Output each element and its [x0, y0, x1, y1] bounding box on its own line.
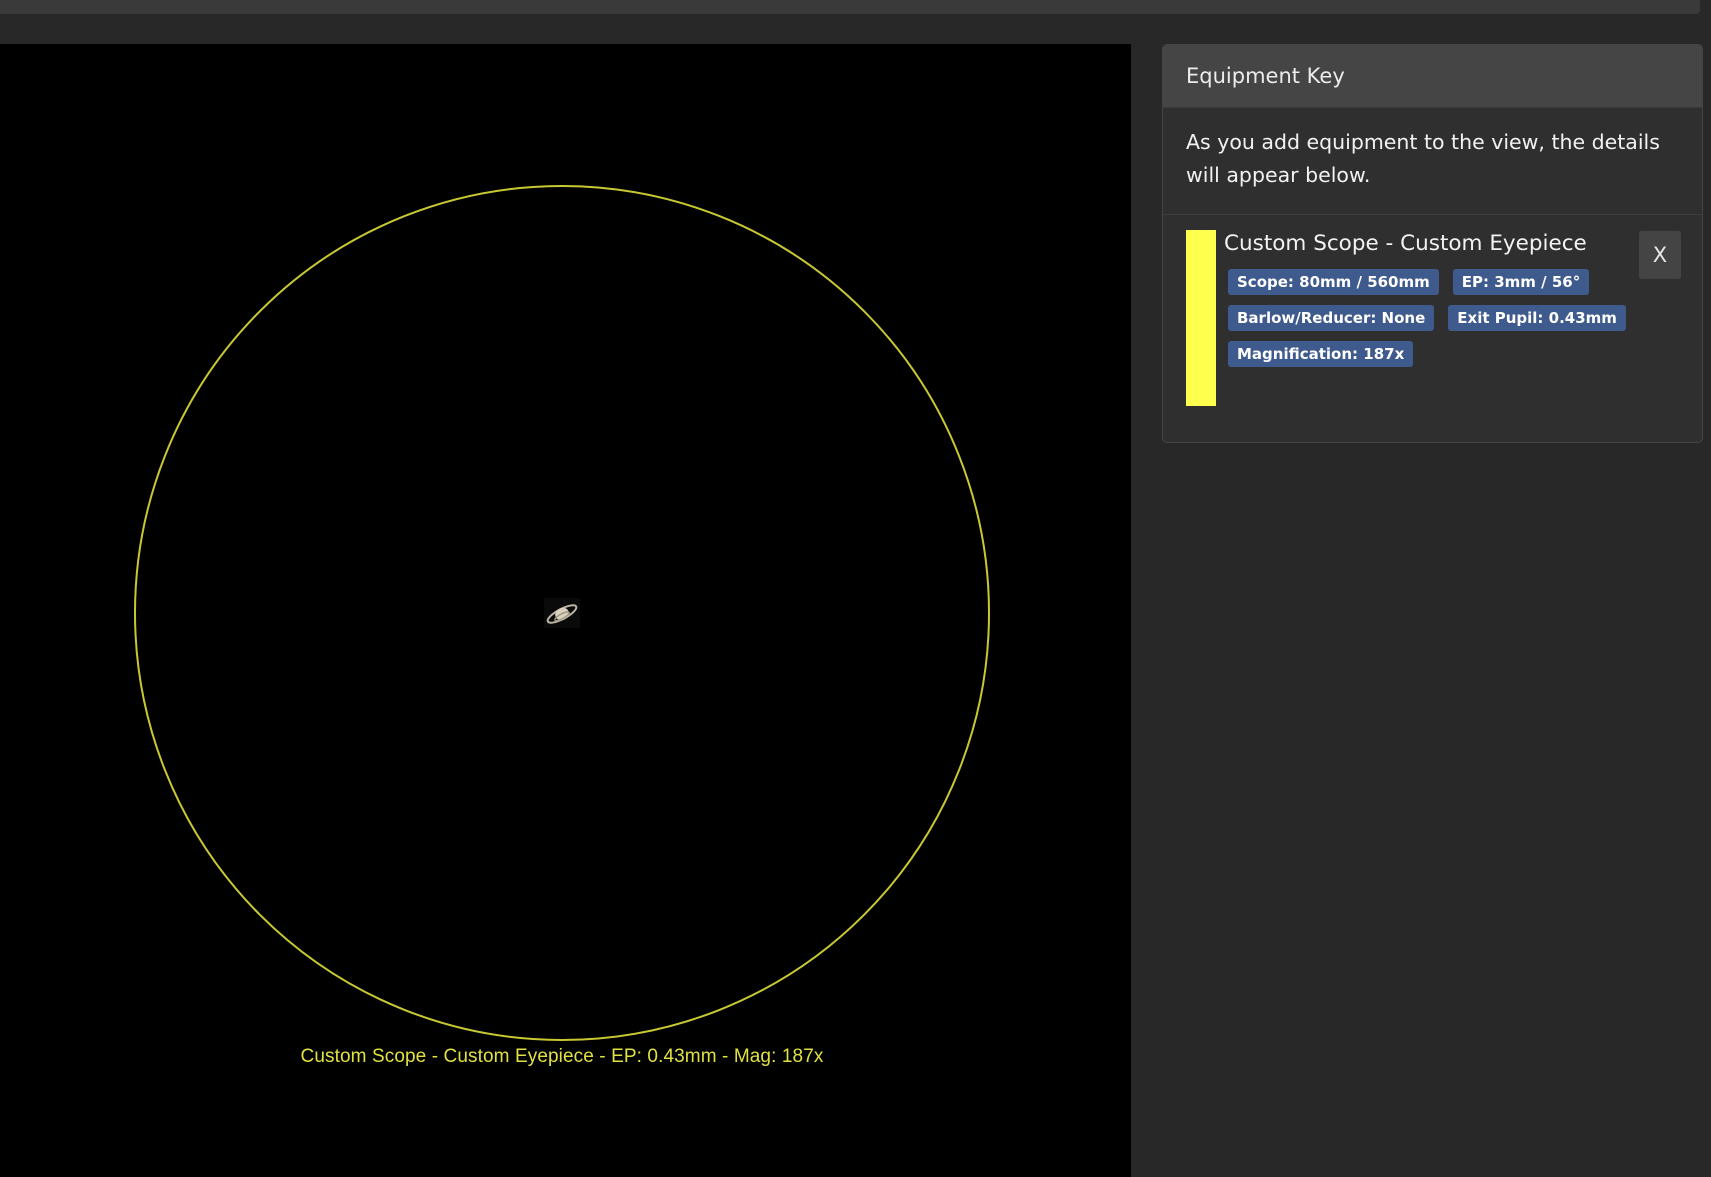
exit-pupil-badge: Exit Pupil: 0.43mm	[1448, 305, 1626, 331]
fov-label: Custom Scope - Custom Eyepiece - EP: 0.4…	[300, 1046, 824, 1067]
eyepiece-badge: EP: 3mm / 56°	[1452, 269, 1590, 295]
equipment-key-panel: Equipment Key As you add equipment to th…	[1162, 44, 1703, 443]
scope-badge: Scope: 80mm / 560mm	[1228, 269, 1439, 295]
magnification-badge: Magnification: 187x	[1228, 341, 1414, 367]
saturn-icon	[544, 598, 580, 628]
fov-canvas	[134, 185, 990, 1041]
eyepiece-view[interactable]: Custom Scope - Custom Eyepiece - EP: 0.4…	[0, 44, 1131, 1177]
panel-title: Equipment Key	[1186, 64, 1345, 88]
equipment-badges: Scope: 80mm / 560mm EP: 3mm / 56° Barlow…	[1228, 269, 1626, 377]
remove-equipment-button[interactable]: X	[1639, 231, 1681, 279]
top-toolbar	[0, 0, 1700, 14]
panel-header: Equipment Key	[1163, 45, 1702, 108]
panel-intro-text: As you add equipment to the view, the de…	[1163, 108, 1702, 215]
barlow-badge: Barlow/Reducer: None	[1228, 305, 1435, 331]
equipment-name: Custom Scope - Custom Eyepiece	[1224, 231, 1587, 256]
equipment-color-swatch	[1186, 230, 1216, 406]
equipment-item: Custom Scope - Custom Eyepiece Scope: 80…	[1163, 215, 1702, 409]
